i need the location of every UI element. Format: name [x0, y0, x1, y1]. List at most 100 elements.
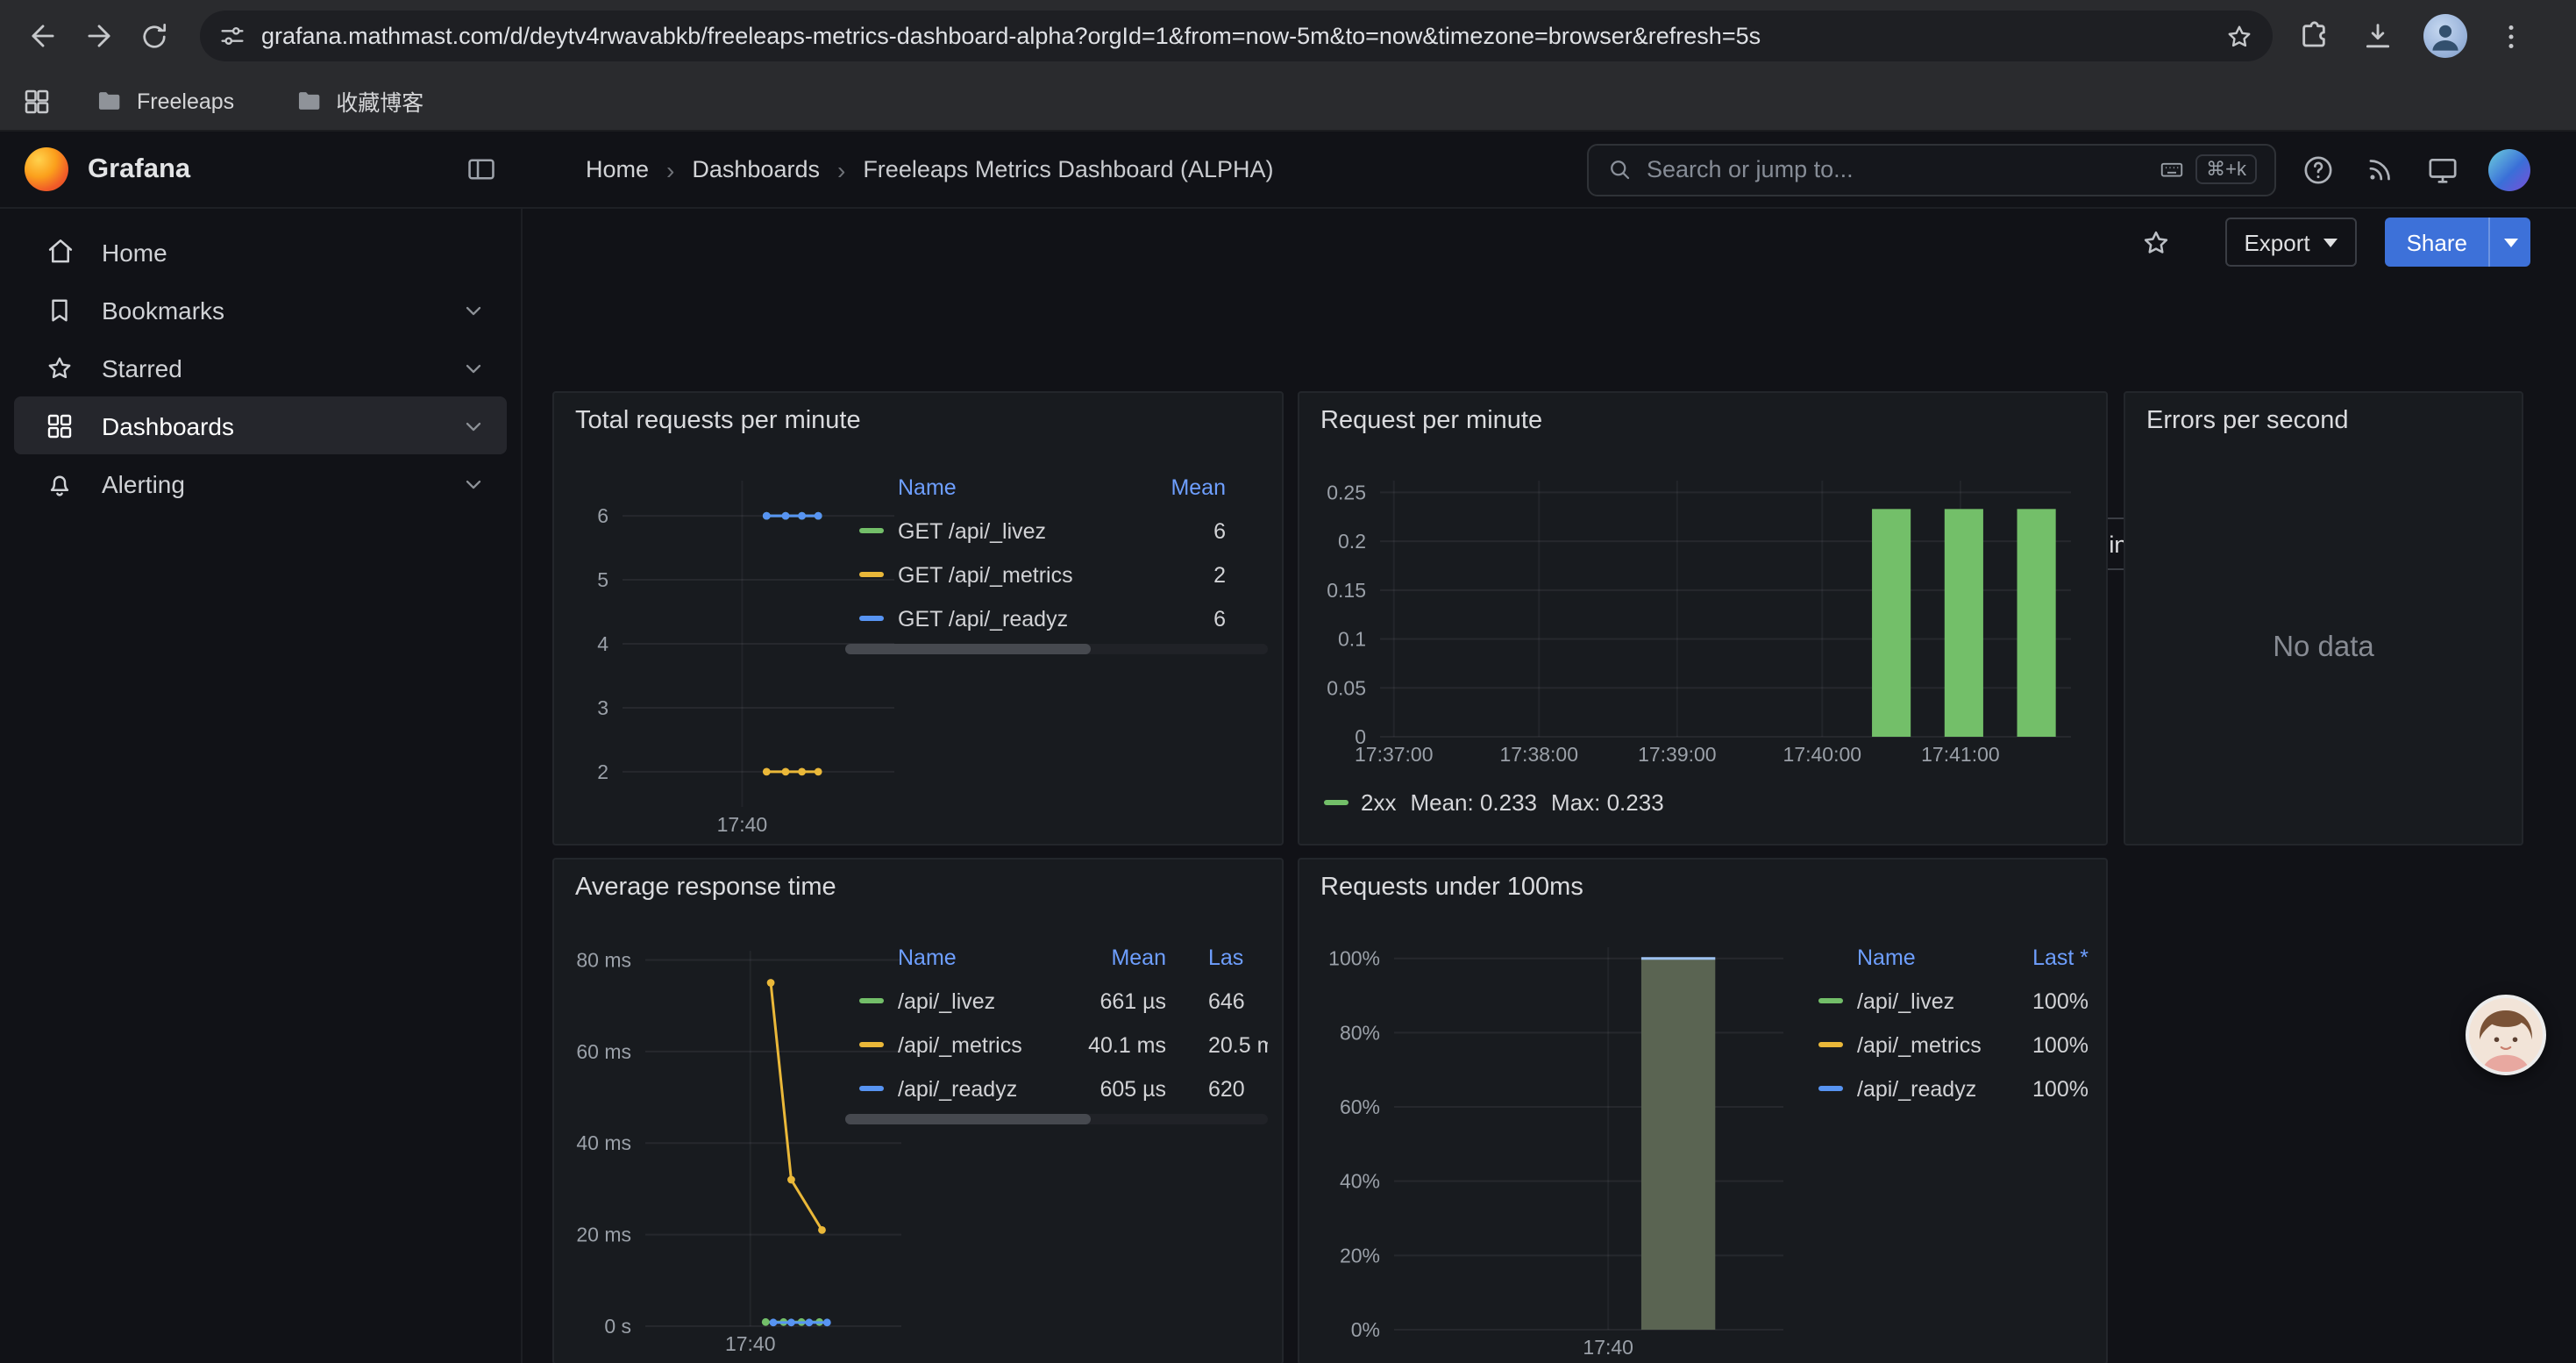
breadcrumb-dashboards[interactable]: Dashboards	[692, 156, 820, 182]
legend-row[interactable]: GET /api/_livez 6	[845, 509, 1268, 553]
bookmark-item[interactable]: 收藏博客	[294, 84, 423, 118]
legend-scrollbar[interactable]	[845, 1114, 1268, 1124]
legend-row[interactable]: /api/_readyz 100%	[1804, 1067, 2089, 1110]
svg-text:0 s: 0 s	[604, 1315, 631, 1338]
share-menu-button[interactable]	[2488, 218, 2530, 267]
panel-left-icon	[465, 153, 498, 186]
svg-text:20%: 20%	[1340, 1244, 1380, 1267]
scrollbar-thumb[interactable]	[845, 1114, 1091, 1124]
sidebar-toggle-button[interactable]	[465, 153, 498, 186]
url-text[interactable]: grafana.mathmast.com/d/deytv4rwavabkb/fr…	[261, 23, 2210, 49]
panel-title[interactable]: Total requests per minute	[554, 393, 1282, 435]
panel-title[interactable]: Average response time	[554, 860, 1282, 902]
svg-text:0%: 0%	[1351, 1318, 1380, 1341]
series-last: 620	[1208, 1076, 1268, 1101]
series-mean: 40.1 ms	[1036, 1032, 1208, 1057]
legend-header-last[interactable]: Last *	[1994, 946, 2089, 970]
series-name[interactable]: /api/_livez	[1857, 988, 1994, 1013]
legend-header-mean[interactable]: Mean	[1036, 946, 1208, 970]
search-input[interactable]: Search or jump to... ⌘+k	[1587, 143, 2276, 196]
series-name[interactable]: GET /api/_livez	[898, 518, 1136, 543]
legend-row[interactable]: /api/_livez 100%	[1804, 979, 2089, 1023]
forward-button[interactable]	[70, 8, 126, 64]
extensions-icon[interactable]	[2297, 18, 2332, 54]
panel-average-response-time: Average response time 0 s20 ms40 ms60 ms…	[552, 858, 1284, 1363]
scrollbar-thumb[interactable]	[845, 644, 1091, 654]
panel-title[interactable]: Request per minute	[1299, 393, 2106, 435]
export-button[interactable]: Export	[2224, 218, 2357, 267]
legend-row[interactable]: GET /api/_metrics 2	[845, 553, 1268, 596]
bar-chart[interactable]: 00.050.10.150.20.2517:37:0017:38:0017:39…	[1317, 470, 2092, 768]
legend-header-mean[interactable]: Mean	[1136, 475, 1268, 500]
assistant-avatar[interactable]	[2466, 995, 2546, 1075]
header-icons	[2301, 148, 2530, 190]
legend-header-name[interactable]: Name	[1857, 946, 1994, 970]
reload-button[interactable]	[126, 8, 182, 64]
chevron-down-icon[interactable]	[461, 471, 486, 496]
series-name[interactable]: GET /api/_metrics	[898, 562, 1136, 587]
sidebar-item-bookmarks[interactable]: Bookmarks	[14, 281, 507, 339]
series-mean: 605 µs	[1036, 1076, 1208, 1101]
bell-icon	[42, 467, 77, 499]
sidebar-item-starred[interactable]: Starred	[14, 339, 507, 396]
sidebar-item-dashboards[interactable]: Dashboards	[14, 396, 507, 454]
share-label[interactable]: Share	[2386, 218, 2488, 267]
bookmark-star-icon[interactable]	[2224, 20, 2255, 52]
panel-title[interactable]: Requests under 100ms	[1299, 860, 2106, 902]
legend-header-name[interactable]: Name	[898, 475, 1136, 500]
panel-title[interactable]: Errors per second	[2125, 393, 2522, 435]
legend-row[interactable]: /api/_metrics 100%	[1804, 1023, 2089, 1067]
url-bar[interactable]: grafana.mathmast.com/d/deytv4rwavabkb/fr…	[200, 11, 2273, 61]
chevron-down-icon	[2324, 239, 2338, 254]
series-name[interactable]: GET /api/_readyz	[898, 606, 1136, 631]
legend-header-name[interactable]: Name	[898, 946, 1036, 970]
svg-text:20 ms: 20 ms	[576, 1224, 631, 1246]
legend-scrollbar[interactable]	[845, 644, 1268, 654]
user-avatar[interactable]	[2488, 148, 2530, 190]
legend-row[interactable]: /api/_readyz 605 µs 620	[845, 1067, 1268, 1110]
panel-legend: Name Mean GET /api/_livez 6 GET /api/_me…	[845, 467, 1268, 654]
chevron-down-icon[interactable]	[461, 297, 486, 322]
svg-text:80 ms: 80 ms	[576, 948, 631, 971]
bar-chart[interactable]: 0%20%40%60%80%100%17:40	[1317, 937, 1801, 1361]
sidebar-item-home[interactable]: Home	[14, 223, 507, 281]
svg-text:100%: 100%	[1328, 947, 1380, 970]
profile-avatar[interactable]	[2423, 14, 2467, 58]
svg-text:0.05: 0.05	[1327, 676, 1366, 699]
apps-grid-icon[interactable]	[21, 85, 53, 117]
legend-header: Name Mean Las	[845, 937, 1268, 979]
breadcrumb-home[interactable]: Home	[586, 156, 649, 182]
favorite-star-icon[interactable]	[2138, 225, 2172, 259]
chevron-down-icon[interactable]	[461, 413, 486, 438]
back-button[interactable]	[14, 8, 70, 64]
browser-menu-icon[interactable]	[2495, 20, 2527, 52]
sidebar-item-alerting[interactable]: Alerting	[14, 454, 507, 512]
legend-row[interactable]: /api/_metrics 40.1 ms 20.5 m	[845, 1023, 1268, 1067]
bookmark-item[interactable]: Freeleaps	[95, 86, 234, 116]
panel-legend: Name Mean Las /api/_livez 661 µs 646 /ap…	[845, 937, 1268, 1124]
site-info-icon[interactable]	[217, 21, 247, 51]
display-icon[interactable]	[2425, 152, 2460, 187]
panel-legend: Name Last * /api/_livez 100% /api/_metri…	[1804, 937, 2089, 1110]
news-rss-icon[interactable]	[2364, 153, 2397, 186]
downloads-icon[interactable]	[2360, 18, 2395, 54]
chevron-down-icon[interactable]	[461, 355, 486, 380]
series-last: 20.5 m	[1208, 1032, 1268, 1057]
legend-row[interactable]: /api/_livez 661 µs 646	[845, 979, 1268, 1023]
svg-text:40 ms: 40 ms	[576, 1131, 631, 1154]
help-icon[interactable]	[2301, 152, 2336, 187]
series-name[interactable]: /api/_readyz	[1857, 1076, 1994, 1101]
grafana-logo-icon[interactable]	[25, 147, 68, 191]
series-name[interactable]: /api/_livez	[898, 988, 1036, 1013]
series-name[interactable]: /api/_metrics	[1857, 1032, 1994, 1057]
series-name[interactable]: 2xx	[1361, 789, 1396, 816]
series-name[interactable]: /api/_metrics	[898, 1032, 1036, 1057]
legend-row[interactable]: GET /api/_readyz 6	[845, 596, 1268, 640]
svg-text:17:40: 17:40	[1583, 1336, 1633, 1359]
no-data-message: No data	[2125, 632, 2522, 665]
series-color-dash	[859, 572, 884, 577]
share-button[interactable]: Share	[2386, 218, 2530, 267]
series-name[interactable]: /api/_readyz	[898, 1076, 1036, 1101]
legend-header-last[interactable]: Las	[1208, 946, 1268, 970]
series-last: 100%	[1994, 1032, 2089, 1057]
